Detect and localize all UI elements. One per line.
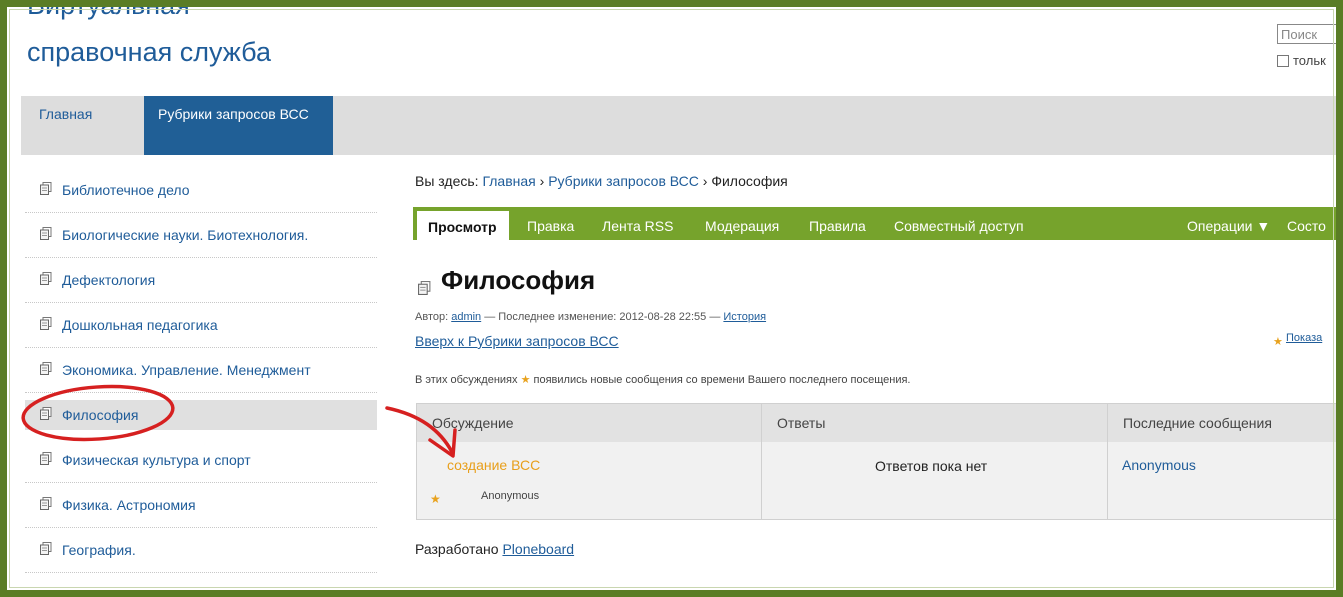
sidebar-item-preschool[interactable]: Дошкольная педагогика — [25, 303, 377, 348]
ploneboard-link[interactable]: Ploneboard — [502, 541, 574, 557]
powered-by: Разработано Ploneboard — [415, 541, 574, 557]
column-divider — [761, 404, 762, 519]
sidebar-item-label: Дефектология — [62, 272, 156, 288]
page-icon — [40, 272, 52, 285]
page-icon — [40, 362, 52, 375]
byline-history-link[interactable]: История — [723, 311, 766, 323]
sidebar-item-sport[interactable]: Физическая культура и спорт — [25, 438, 377, 483]
star-icon: ★ — [1273, 336, 1283, 348]
breadcrumb-current: Философия — [711, 173, 788, 189]
search-only-label: тольк — [1293, 53, 1326, 68]
column-header-discussion[interactable]: Обсуждение — [417, 404, 761, 442]
sidebar-item-economics[interactable]: Экономика. Управление. Менеджмент — [25, 348, 377, 393]
column-header-replies[interactable]: Ответы — [762, 404, 1107, 442]
notice-text-before: В этих обсуждениях — [415, 374, 518, 386]
sidebar-item-philosophy[interactable]: Философия — [25, 400, 377, 430]
breadcrumb-home-link[interactable]: Главная — [482, 173, 535, 189]
star-icon: ★ — [430, 492, 441, 506]
site-title-line1: Виртуальная — [27, 4, 190, 20]
last-message-author-link[interactable]: Anonymous — [1122, 457, 1196, 473]
up-to-parent-link[interactable]: Вверх к Рубрики запросов ВСС — [415, 333, 619, 349]
page-icon — [40, 407, 52, 420]
page-icon — [418, 281, 431, 295]
byline-author-link[interactable]: admin — [451, 311, 481, 323]
breadcrumb-separator: › — [539, 173, 545, 189]
byline-author-label: Автор: — [415, 311, 449, 323]
byline-modified: — Последнее изменение: 2012-08-28 22:55 … — [484, 311, 721, 323]
sidebar-item-geography[interactable]: География. — [25, 528, 377, 573]
sidebar-item-label: Дошкольная педагогика — [62, 317, 218, 333]
search-input[interactable]: Поиск — [1277, 24, 1337, 44]
document-byline: Автор: admin — Последнее изменение: 2012… — [415, 311, 766, 323]
notice-text-after: появились новые сообщения со времени Ваш… — [533, 374, 911, 386]
sidebar: Библиотечное дело Биологические науки. Б… — [25, 168, 377, 573]
tab-rules[interactable]: Правила — [809, 207, 866, 240]
replies-count: Ответов пока нет — [875, 458, 988, 474]
sidebar-item-physics[interactable]: Физика. Астрономия — [25, 483, 377, 528]
page-icon — [40, 452, 52, 465]
show-link[interactable]: Показа — [1286, 332, 1343, 344]
tab-sharing[interactable]: Совместный доступ — [894, 207, 1024, 240]
breadcrumb-section-link[interactable]: Рубрики запросов ВСС — [548, 173, 699, 189]
breadcrumb-separator: › — [702, 173, 708, 189]
page-icon — [40, 182, 52, 195]
operations-menu[interactable]: Операции ▼ — [1187, 207, 1270, 240]
topic-author: Anonymous — [481, 490, 540, 502]
nav-tab-categories[interactable]: Рубрики запросов ВСС — [144, 96, 333, 155]
sidebar-item-label: Экономика. Управление. Менеджмент — [62, 362, 311, 378]
sidebar-item-biology[interactable]: Биологические науки. Биотехнология. — [25, 213, 377, 258]
sidebar-item-label: География. — [62, 542, 136, 558]
search-only-checkbox[interactable] — [1277, 55, 1289, 67]
page-icon — [40, 317, 52, 330]
new-messages-notice: В этих обсуждениях ★ появились новые соо… — [415, 373, 911, 386]
page-title: Философия — [441, 265, 596, 295]
sidebar-item-label: Философия — [62, 407, 139, 423]
star-icon: ★ — [520, 374, 531, 386]
state-menu[interactable]: Состо — [1287, 207, 1337, 240]
sidebar-item-label: Библиотечное дело — [62, 182, 190, 198]
column-divider — [1107, 404, 1108, 519]
page-icon — [40, 497, 52, 510]
breadcrumb-prefix: Вы здесь: — [415, 173, 479, 189]
column-header-last-messages[interactable]: Последние сообщения — [1108, 404, 1336, 442]
tab-rss[interactable]: Лента RSS — [602, 207, 673, 240]
powered-by-prefix: Разработано — [415, 541, 499, 557]
site-title-line2: справочная служба — [27, 37, 272, 67]
sidebar-item-label: Физическая культура и спорт — [62, 452, 251, 468]
topic-link[interactable]: создание ВСС — [447, 457, 540, 473]
nav-tab-home[interactable]: Главная — [21, 96, 144, 155]
tab-view[interactable]: Просмотр — [417, 211, 509, 240]
sidebar-item-defectology[interactable]: Дефектология — [25, 258, 377, 303]
breadcrumb: Вы здесь: Главная › Рубрики запросов ВСС… — [415, 173, 788, 189]
site-title[interactable]: Виртуальная справочная служба — [27, 4, 427, 74]
tab-edit[interactable]: Правка — [527, 207, 574, 240]
sidebar-item-label: Биологические науки. Биотехнология. — [62, 227, 309, 243]
tab-moderation[interactable]: Модерация — [705, 207, 779, 240]
sidebar-item-library[interactable]: Библиотечное дело — [25, 168, 377, 213]
page-icon — [40, 542, 52, 555]
sidebar-item-label: Физика. Астрономия — [62, 497, 196, 513]
page-icon — [40, 227, 52, 240]
